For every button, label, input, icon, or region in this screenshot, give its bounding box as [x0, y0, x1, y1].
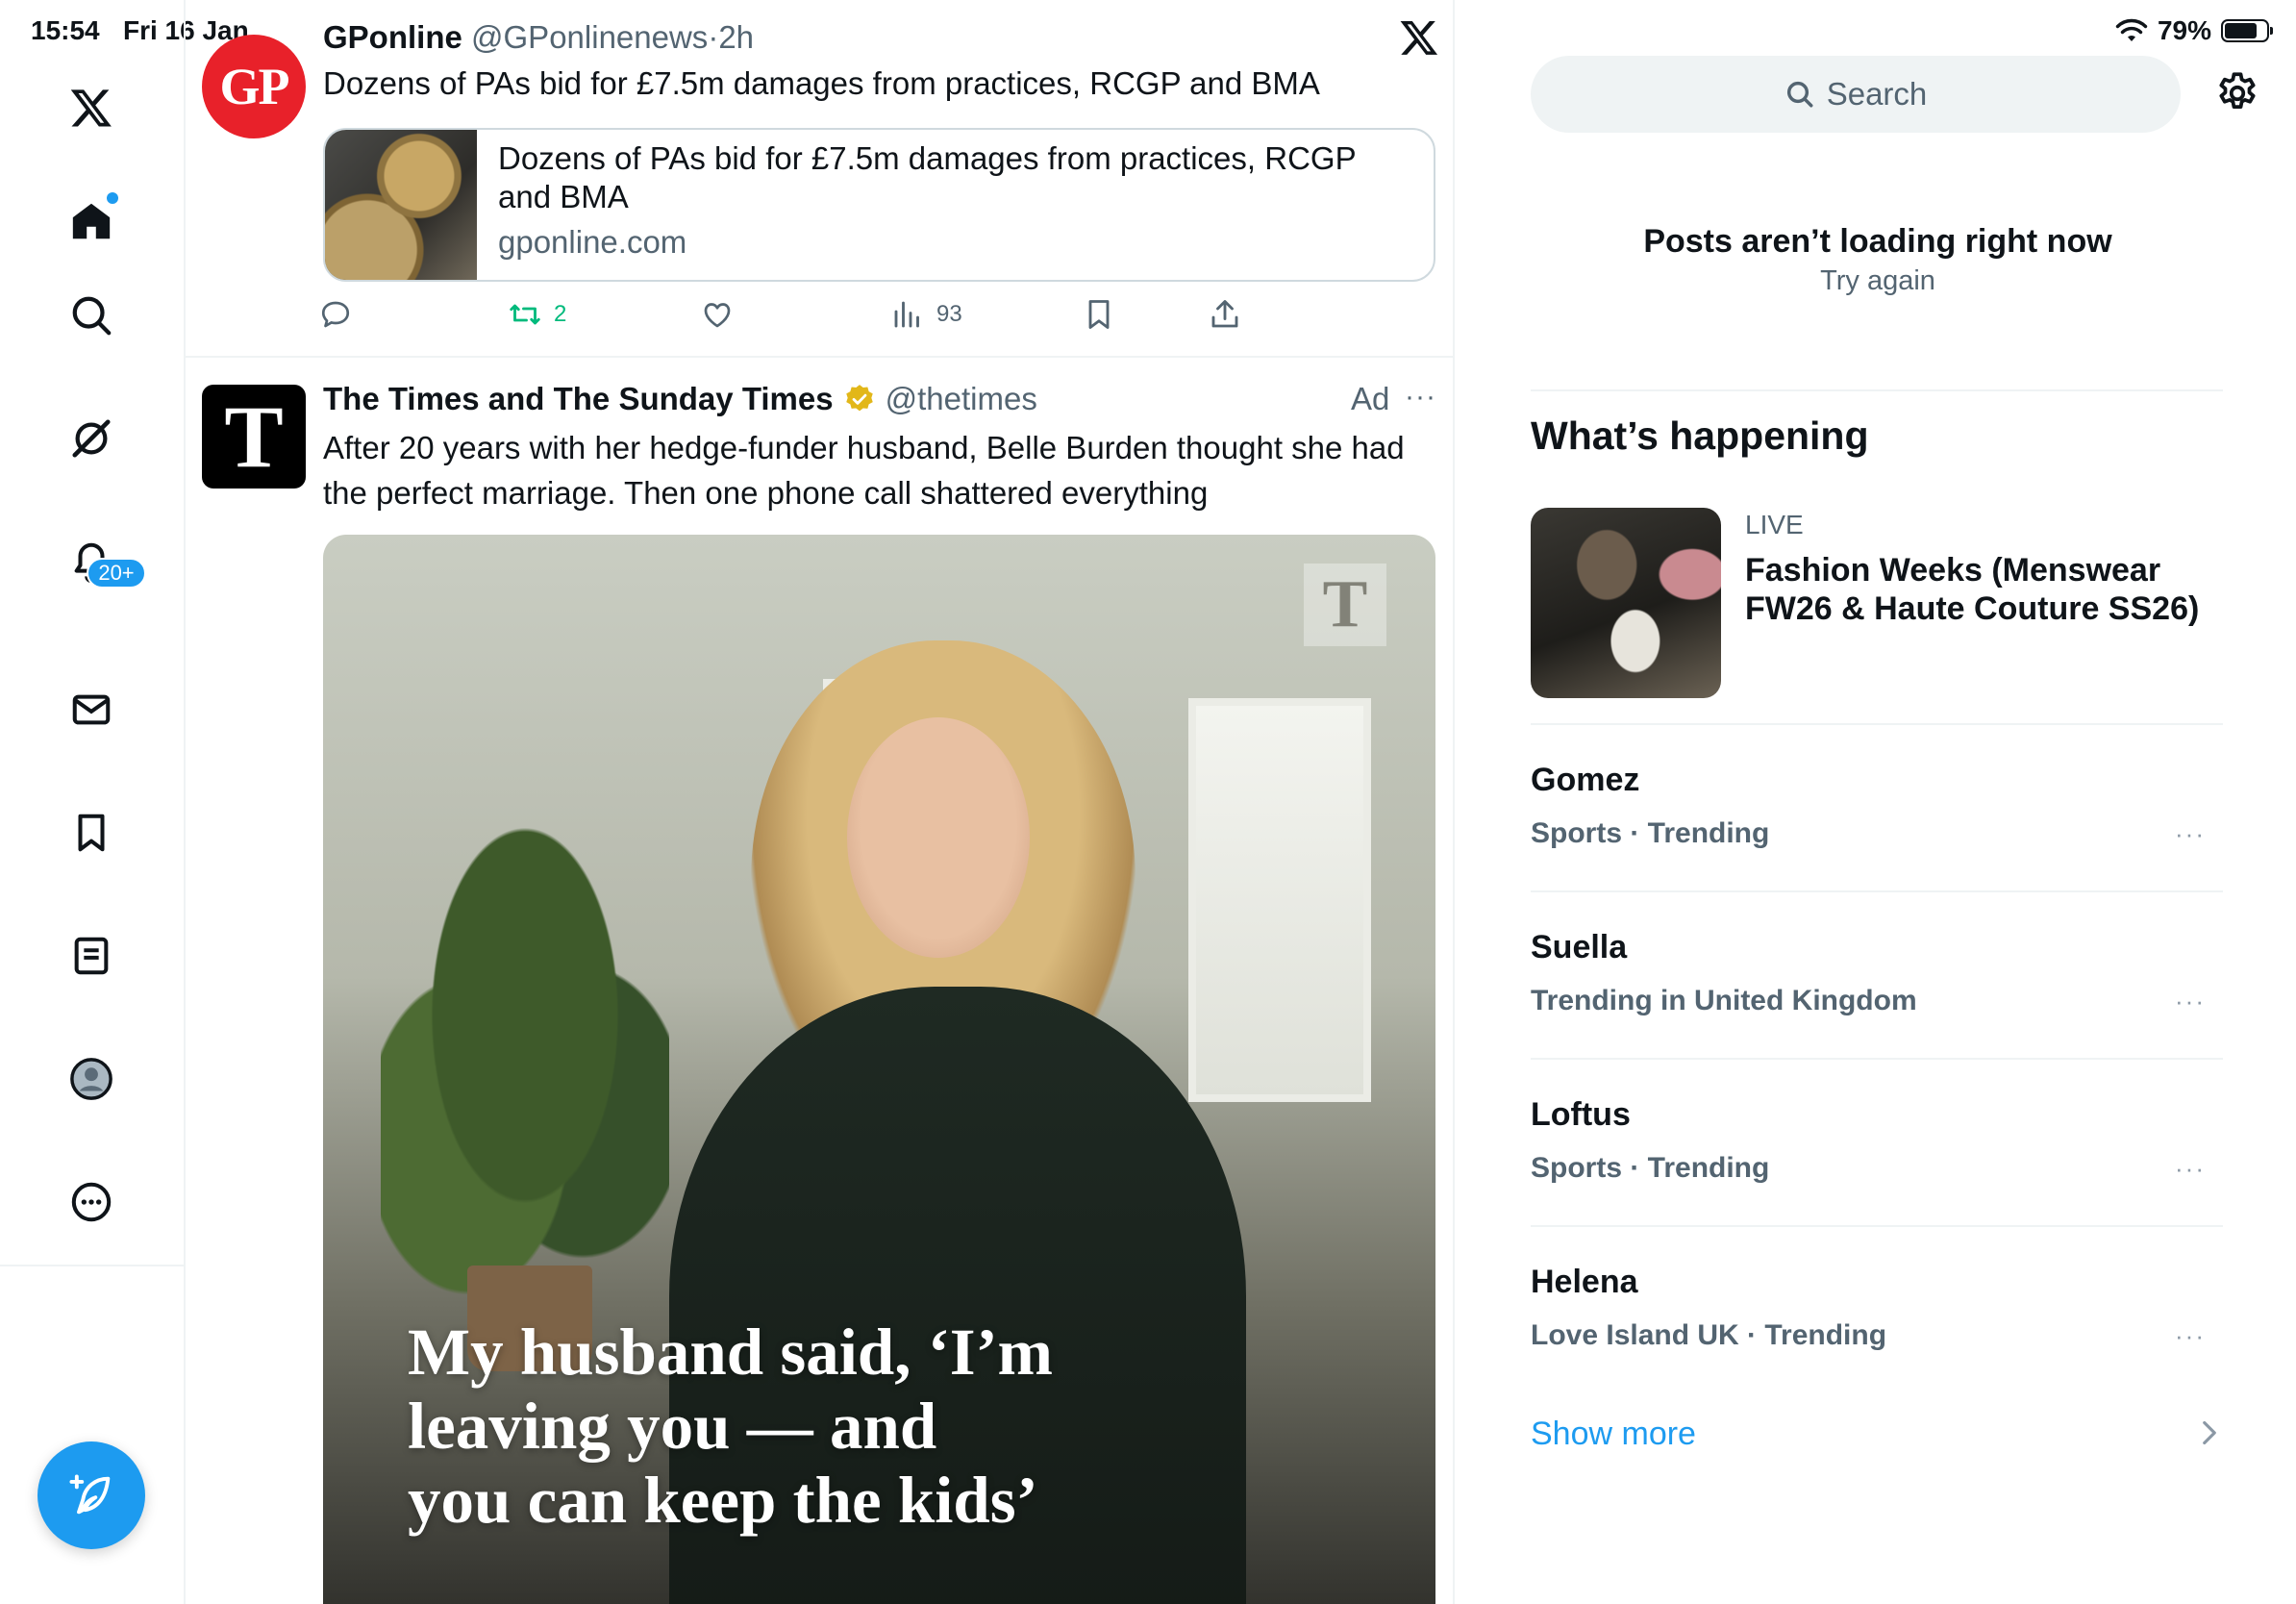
- battery-percent: 79%: [2157, 15, 2211, 45]
- live-event-thumbnail[interactable]: [1531, 508, 1721, 698]
- messages-icon[interactable]: [61, 679, 122, 740]
- trend-meta: Love Island UK · Trending: [1531, 1319, 1887, 1351]
- lists-icon[interactable]: [61, 925, 122, 987]
- tweet-header: The Times and The Sunday Times @thetimes: [323, 381, 1037, 417]
- section-divider: [1531, 890, 2223, 892]
- search-input[interactable]: Search: [1531, 56, 2181, 133]
- author-name[interactable]: The Times and The Sunday Times: [323, 381, 834, 417]
- views-button[interactable]: 93: [890, 297, 962, 332]
- ad-label: Ad: [1351, 381, 1390, 416]
- tweet-text: Dozens of PAs bid for £7.5m damages from…: [323, 65, 1320, 101]
- trend-more-options-icon[interactable]: ···: [2175, 1321, 2206, 1351]
- bookmark-button[interactable]: [1082, 297, 1116, 332]
- author-name[interactable]: GPonline: [323, 19, 462, 55]
- notifications-badge: 20+: [87, 558, 146, 589]
- link-thumbnail-coins-image: [325, 130, 477, 280]
- dot-separator: ·: [708, 19, 719, 55]
- trend-name[interactable]: Loftus: [1531, 1096, 1631, 1134]
- error-message-title: Posts aren’t loading right now: [1643, 223, 2112, 260]
- times-watermark-logo: T: [1304, 564, 1386, 646]
- compose-post-button[interactable]: [37, 1441, 145, 1549]
- link-preview-card[interactable]: Dozens of PAs bid for £7.5m damages from…: [323, 128, 1435, 282]
- tweet-divider: [186, 356, 1453, 358]
- whats-happening-title: What’s happening: [1531, 414, 1869, 458]
- trend-name[interactable]: Gomez: [1531, 762, 1639, 799]
- try-again-link[interactable]: Try again: [1531, 265, 2225, 297]
- trend-meta: Sports · Trending: [1531, 817, 1770, 849]
- sidebar-divider: [0, 1265, 186, 1266]
- ad-media-image[interactable]: T My husband said, ‘I’m leaving you — an…: [323, 535, 1435, 1604]
- ad-more-options-icon[interactable]: ···: [1405, 381, 1436, 414]
- gponline-avatar[interactable]: GP: [202, 35, 306, 138]
- views-chart-icon: [894, 301, 919, 328]
- trend-more-options-icon[interactable]: ···: [2175, 987, 2206, 1016]
- section-divider: [1531, 723, 2223, 725]
- tweet-header: GPonline @GPonlinenews·2h: [323, 19, 754, 56]
- section-divider: [1531, 1225, 2223, 1227]
- x-logo-close-icon[interactable]: [1399, 17, 1439, 58]
- show-more-link[interactable]: Show more: [1531, 1416, 1696, 1453]
- fiddle-leaf-plant: [381, 823, 669, 1304]
- trend-name[interactable]: Suella: [1531, 929, 1627, 966]
- compose-feather-icon: [69, 1474, 111, 1515]
- reply-icon: [321, 301, 350, 328]
- search-icon[interactable]: [61, 285, 122, 346]
- trend-meta: Trending in United Kingdom: [1531, 985, 1917, 1016]
- ad-headline-line: leaving you — and: [408, 1390, 937, 1463]
- retweet-icon: [510, 304, 540, 325]
- retweet-count: 2: [554, 301, 567, 327]
- views-count: 93: [936, 301, 962, 327]
- chevron-right-icon[interactable]: [2200, 1419, 2219, 1446]
- like-button[interactable]: [700, 297, 735, 332]
- author-handle[interactable]: @GPonlinenews: [471, 19, 708, 55]
- section-divider: [1531, 389, 2223, 391]
- home-unread-dot: [107, 192, 118, 204]
- gear-icon[interactable]: [2213, 69, 2261, 117]
- thetimes-avatar[interactable]: T: [202, 385, 306, 489]
- battery-icon: [2221, 19, 2273, 42]
- search-icon: [1786, 81, 1813, 108]
- reply-button[interactable]: [318, 297, 353, 332]
- status-indicators: 79%: [2115, 15, 2273, 46]
- tweet-text: After 20 years with her hedge-funder hus…: [323, 430, 1405, 511]
- search-placeholder: Search: [1826, 76, 1928, 112]
- bookmarks-icon[interactable]: [61, 802, 122, 864]
- sidebar-nav: 20+: [0, 0, 186, 1604]
- tweet-time[interactable]: 2h: [718, 19, 754, 55]
- author-handle[interactable]: @thetimes: [886, 381, 1037, 417]
- trend-more-options-icon[interactable]: ···: [2175, 819, 2206, 849]
- verified-badge-icon: [845, 385, 873, 412]
- share-icon: [1211, 300, 1238, 328]
- section-divider: [1531, 1058, 2223, 1060]
- ad-headline-line: My husband said, ‘I’m: [408, 1316, 1054, 1389]
- trend-more-options-icon[interactable]: ···: [2175, 1154, 2206, 1184]
- heart-icon: [704, 303, 731, 328]
- share-button[interactable]: [1208, 297, 1242, 332]
- timeline-feed: GP GPonline @GPonlinenews·2h Dozens of P…: [186, 0, 1455, 1604]
- more-options-icon[interactable]: [61, 1171, 122, 1233]
- retweet-button[interactable]: 2: [508, 297, 566, 332]
- link-card-title: Dozens of PAs bid for £7.5m damages from…: [498, 140, 1356, 214]
- background-window: [1188, 698, 1371, 1102]
- live-label: LIVE: [1745, 510, 1804, 539]
- live-event-title[interactable]: Fashion Weeks (Menswear FW26 & Haute Cou…: [1745, 551, 2226, 628]
- woman-portrait-face: [847, 717, 1030, 958]
- x-logo-icon[interactable]: [61, 77, 122, 138]
- grok-icon[interactable]: [61, 408, 122, 469]
- bookmark-icon: [1088, 300, 1110, 329]
- profile-avatar-icon[interactable]: [61, 1048, 122, 1110]
- ad-image-headline: My husband said, ‘I’m leaving you — and …: [408, 1316, 1177, 1538]
- trend-meta: Sports · Trending: [1531, 1152, 1770, 1184]
- ad-headline-line: you can keep the kids’: [408, 1464, 1038, 1537]
- trend-name[interactable]: Helena: [1531, 1264, 1638, 1301]
- link-card-domain: gponline.com: [498, 224, 687, 260]
- home-icon[interactable]: [61, 190, 122, 252]
- wifi-icon: [2115, 18, 2148, 41]
